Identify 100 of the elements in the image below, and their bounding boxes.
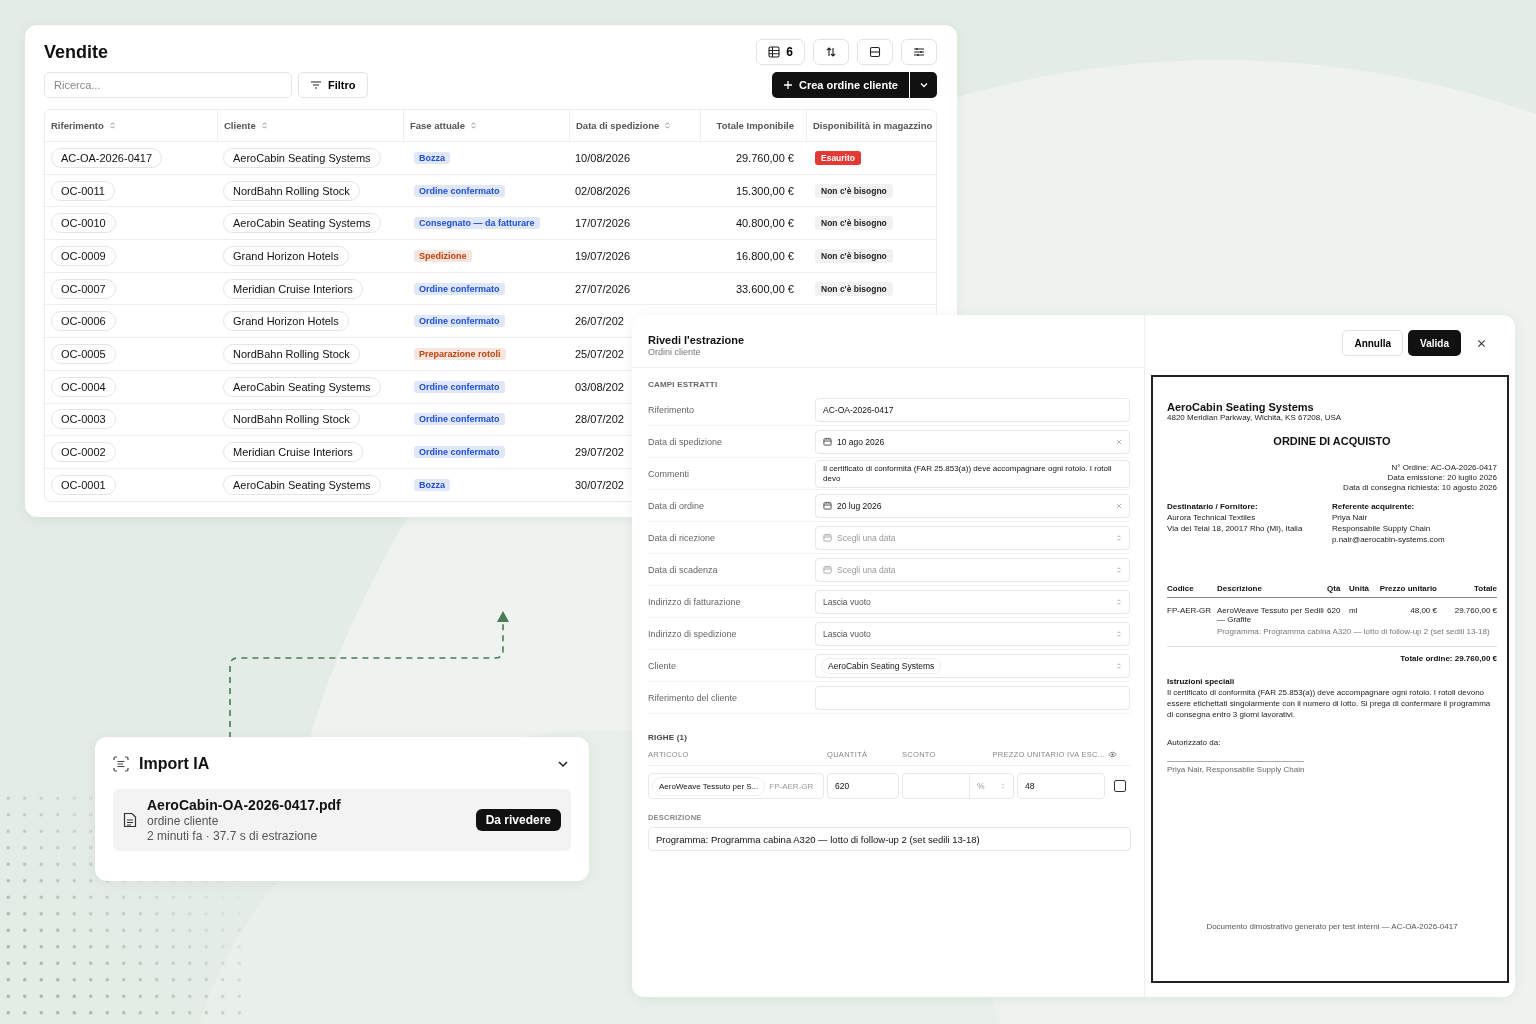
settings-button[interactable] (901, 39, 937, 65)
calendar-icon (823, 437, 832, 446)
date-field[interactable]: 20 lug 2026 (815, 493, 1130, 518)
document-title: ORDINE DI ACQUISTO (1273, 435, 1391, 447)
company-name: AeroCabin Seating Systems (1167, 401, 1315, 413)
file-item[interactable]: AeroCabin-OA-2026-0417.pdf ordine cliente 2 minuti fa · 37.7 s di estrazione Da rivedere (113, 789, 571, 851)
stock-badge: Non c'è bisogno (815, 183, 893, 198)
field-label: Riferimento (648, 404, 695, 415)
create-order-button[interactable]: Crea ordine cliente (771, 72, 909, 98)
dialog-subtitle: Ordini cliente (648, 347, 702, 357)
date-cell: 25/07/202 (575, 347, 624, 360)
date-field[interactable]: 10 ago 2026 (815, 429, 1130, 454)
sort-icon[interactable] (260, 121, 268, 130)
signature-line: Priya Nair, Responsabile Supply Chain (1167, 761, 1305, 775)
page-title: Vendite (44, 41, 110, 63)
layout-icon (869, 46, 881, 58)
updown-icon (1116, 565, 1122, 574)
dropdown-button[interactable] (910, 72, 937, 98)
calendar-icon (823, 565, 832, 574)
sort-icon[interactable] (108, 121, 116, 130)
sort-button[interactable] (813, 39, 849, 65)
date-cell: 30/07/202 (575, 478, 624, 491)
date-cell: 10/08/2026 (575, 151, 631, 164)
filter-button[interactable]: Filtro (298, 72, 368, 98)
field-label: Data di spedizione (648, 436, 724, 447)
date-cell: 28/07/202 (575, 413, 624, 426)
phase-badge: Spedizione (414, 249, 472, 262)
search-field[interactable]: Ricerca... (44, 72, 292, 98)
dialog-title: Rivedi l'estrazione (648, 334, 746, 346)
sort-icon[interactable] (469, 121, 477, 130)
sort-icon[interactable] (664, 121, 672, 130)
authorized-label: Autorizzato da: (1167, 738, 1222, 748)
order-meta: Data di consegna richiesta: 10 agosto 2026 (1343, 483, 1497, 492)
party-heading: Referente acquirente: (1332, 502, 1416, 511)
column-header[interactable]: Data di spedizione (576, 120, 660, 131)
file-meta: 2 minuti fa · 37.7 s di estrazione (147, 829, 319, 843)
field-label: Commenti (648, 468, 690, 479)
phase-badge: Bozza (414, 151, 450, 164)
document-column-header: Unità (1349, 584, 1370, 593)
party-heading: Destinatario / Fornitore: (1167, 502, 1259, 511)
select-field[interactable]: Lascia vuoto (815, 589, 1130, 614)
date-cell: 17/07/2026 (575, 217, 631, 230)
price-field[interactable]: 48 (1017, 773, 1105, 799)
date-cell: 03/08/202 (575, 380, 624, 393)
article-field[interactable]: AeroWeave Tessuto per S... FP-AER-GR (648, 773, 824, 799)
select-field[interactable]: AeroCabin Seating Systems (815, 653, 1130, 678)
party-line: Aurora Technical Textiles (1167, 513, 1257, 522)
clear-icon[interactable] (1116, 438, 1122, 445)
date-cell: 02/08/2026 (575, 184, 631, 197)
field-label: Riferimento del cliente (648, 692, 739, 703)
stock-badge: Non c'è bisogno (815, 281, 893, 296)
column-header[interactable]: Fase attuale (410, 120, 465, 131)
line-note: Programma: Programma cabina A320 — lotto di follow-up 2 (set sedili 13-18) (1217, 627, 1491, 636)
updown-icon (1116, 533, 1122, 542)
document-column-header: Descrizione (1217, 584, 1263, 593)
reference-chip[interactable]: OC-0006 (51, 311, 116, 332)
instructions-heading: Istruzioni speciali (1167, 677, 1236, 686)
document-column-header: Qtà (1327, 584, 1342, 593)
scan-icon (113, 756, 129, 772)
column-header[interactable]: Riferimento (51, 120, 104, 131)
amount-cell: 40.800,00 € (735, 217, 794, 230)
clear-icon[interactable] (1116, 502, 1122, 509)
updown-icon (1116, 629, 1122, 638)
order-meta: Data emissione: 20 luglio 2026 (1387, 473, 1497, 482)
description-field[interactable]: Programma: Programma cabina A320 — lotto di follow-up 2 (set sedili 13-18) (648, 827, 1131, 851)
phase-badge: Ordine confermato (414, 282, 505, 295)
party-line: Responsabile Supply Chain (1332, 524, 1432, 533)
amount-cell: 16.800,00 € (735, 249, 794, 262)
layout-button[interactable] (857, 39, 893, 65)
field-label: Data di ricezione (648, 532, 717, 543)
select-field[interactable]: Lascia vuoto (815, 621, 1130, 646)
document-column-header: Prezzo unitario (1378, 584, 1437, 593)
file-type: ordine cliente (147, 814, 220, 828)
order-total: Totale ordine: 29.760,00 € (1167, 646, 1497, 663)
text-field[interactable]: AC-OA-2026-0417 (815, 397, 1130, 422)
table-icon (768, 46, 781, 58)
document-column-header: Codice (1167, 584, 1195, 593)
quantity-field[interactable]: 620 (827, 773, 899, 799)
field-label: Data di ordine (648, 500, 706, 511)
filter-icon (310, 79, 322, 91)
checkbox[interactable] (1114, 780, 1126, 792)
updown-icon (1000, 782, 1006, 790)
column-header[interactable]: Cliente (224, 120, 256, 131)
date-cell: 26/07/202 (575, 315, 624, 328)
phase-badge: Ordine confermato (414, 413, 505, 426)
party-line: Via dei Telai 18, 20017 Rho (MI), Italia (1167, 524, 1304, 533)
date-cell: 19/07/2026 (575, 249, 631, 262)
phase-badge: Ordine confermato (414, 380, 505, 393)
party-line: Priya Nair (1332, 513, 1369, 522)
columns-button[interactable]: 6 (756, 39, 805, 65)
cancel-button[interactable]: Annulla (1342, 330, 1404, 356)
calendar-icon (823, 533, 832, 542)
column-header: Disponibilità in magazzino (813, 120, 933, 131)
amount-cell: 33.600,00 € (735, 282, 794, 295)
document-footer: Documento dimostrativo generato per test interni — AC-OA-2026-0417 (1206, 922, 1458, 931)
plus-icon (782, 80, 793, 90)
field-label: Data di scadenza (648, 564, 719, 575)
eye-icon[interactable] (1108, 750, 1117, 758)
text-field[interactable]: Il certificato di conformità (FAR 25.853(a)) deve accompagnare ogni rotolo. I rotoli devo (815, 459, 1130, 488)
validate-button[interactable]: Valida (1408, 330, 1461, 356)
